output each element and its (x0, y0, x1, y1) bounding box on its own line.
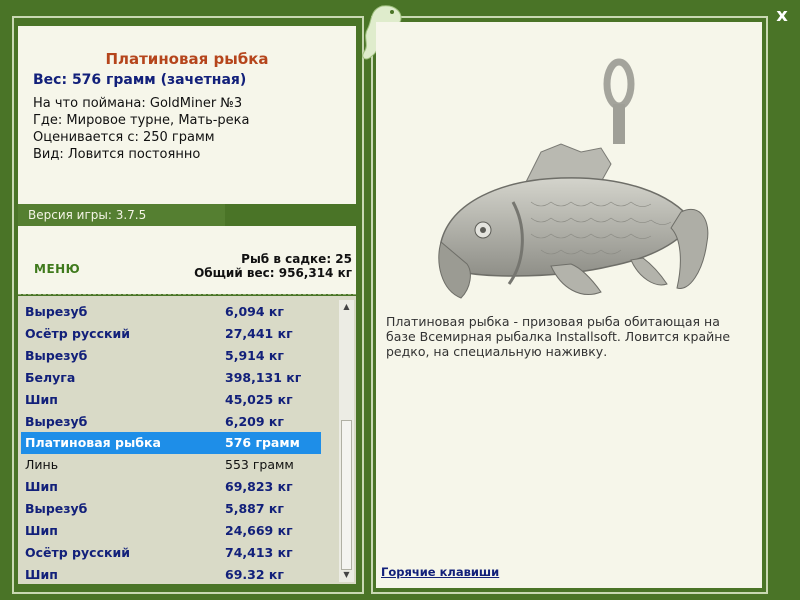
list-item-name: Шип (25, 523, 58, 538)
divider (18, 294, 356, 295)
list-item[interactable]: Осётр русский 74,413 кг (21, 542, 321, 564)
list-item-weight: 398,131 кг (225, 369, 302, 385)
list-item[interactable]: Вырезуб 6,209 кг (21, 411, 321, 433)
catch-count: Рыб в садке: 25 (241, 252, 352, 266)
scroll-up-icon[interactable]: ▲ (339, 300, 354, 314)
version-bar: Версия игры: 3.7.5 (18, 204, 225, 226)
list-item-name: Вырезуб (25, 347, 88, 363)
list-item[interactable]: Платиновая рыбка 576 грамм (21, 432, 321, 455)
fish-weight: Вес: 576 грамм (зачетная) (33, 72, 247, 88)
hotkeys-link[interactable]: Горячие клавиши (381, 565, 499, 579)
catch-summary-panel: МЕНЮ Рыб в садке: 25 Общий вес: 956,314 … (18, 226, 356, 294)
list-item-weight: 576 грамм (225, 435, 300, 451)
list-item[interactable]: Вырезуб 5,887 кг (21, 498, 321, 520)
list-item-name: Шип (25, 566, 58, 582)
catch-total-weight: Общий вес: 956,314 кг (194, 266, 352, 280)
fish-detail-panel: Платиновая рыбка - призовая рыба обитающ… (376, 22, 762, 588)
close-button[interactable]: x (770, 4, 794, 28)
list-item-weight: 45,025 кг (225, 391, 293, 407)
list-item-name: Линь (25, 457, 59, 473)
catch-list-scrollbar[interactable]: ▲ ▼ (339, 300, 354, 582)
list-item[interactable]: Шип 69.32 кг (21, 564, 321, 584)
list-item-weight: 5,914 кг (225, 347, 284, 363)
list-item-name: Белуга (25, 369, 76, 385)
scroll-down-icon[interactable]: ▼ (339, 568, 354, 582)
list-item-name: Осётр русский (25, 325, 130, 341)
info-location: Где: Мировое турне, Мать-река (33, 113, 250, 128)
list-item[interactable]: Вырезуб 5,914 кг (21, 345, 321, 367)
version-label: Версия игры: 3.7.5 (28, 208, 147, 222)
list-item-name: Шип (25, 479, 58, 495)
list-item[interactable]: Шип 69,823 кг (21, 476, 321, 498)
list-item[interactable]: Белуга 398,131 кг (21, 367, 321, 389)
list-item-name: Вырезуб (25, 304, 88, 319)
list-item-weight: 5,887 кг (225, 501, 284, 517)
list-item-weight: 74,413 кг (225, 544, 293, 560)
platinum-fish-image (438, 58, 709, 299)
fish-title: Платиновая рыбка (105, 50, 269, 68)
catch-list: Вырезуб 6,094 кг Осётр русский 27,441 кг Выр… (18, 296, 356, 584)
list-item[interactable]: Шип 45,025 кг (21, 389, 321, 411)
list-item-name: Платиновая рыбка (25, 435, 161, 451)
menu-button[interactable]: МЕНЮ (34, 262, 80, 276)
scroll-thumb[interactable] (341, 420, 352, 570)
list-item-name: Осётр русский (25, 544, 130, 560)
list-item-weight: 6,209 кг (225, 413, 284, 429)
list-item[interactable]: Осётр русский 27,441 кг (21, 323, 321, 345)
list-item-weight: 69,823 кг (225, 479, 293, 495)
list-item[interactable]: Линь 553 грамм (21, 454, 321, 476)
list-item-name: Вырезуб (25, 501, 88, 517)
list-item-weight: 27,441 кг (225, 325, 293, 341)
list-item-name: Шип (25, 391, 58, 407)
list-item-name: Вырезуб (25, 413, 88, 429)
fish-info-panel: Платиновая рыбка Вес: 576 грамм (зачетна… (18, 26, 356, 204)
info-bait: На что поймана: GoldMiner №3 (33, 96, 243, 111)
list-item[interactable]: Шип 24,669 кг (21, 520, 321, 542)
list-item-weight: 6,094 кг (225, 304, 284, 319)
list-item-weight: 24,669 кг (225, 523, 293, 538)
list-item[interactable]: Вырезуб 6,094 кг (21, 301, 321, 323)
list-item-weight: 553 грамм (225, 457, 294, 473)
fish-description: Платиновая рыбка - призовая рыба обитающ… (386, 314, 731, 359)
list-item-weight: 69.32 кг (225, 566, 284, 582)
info-kind: Вид: Ловится постоянно (33, 147, 201, 162)
info-min-weight: Оценивается с: 250 грамм (33, 130, 215, 145)
